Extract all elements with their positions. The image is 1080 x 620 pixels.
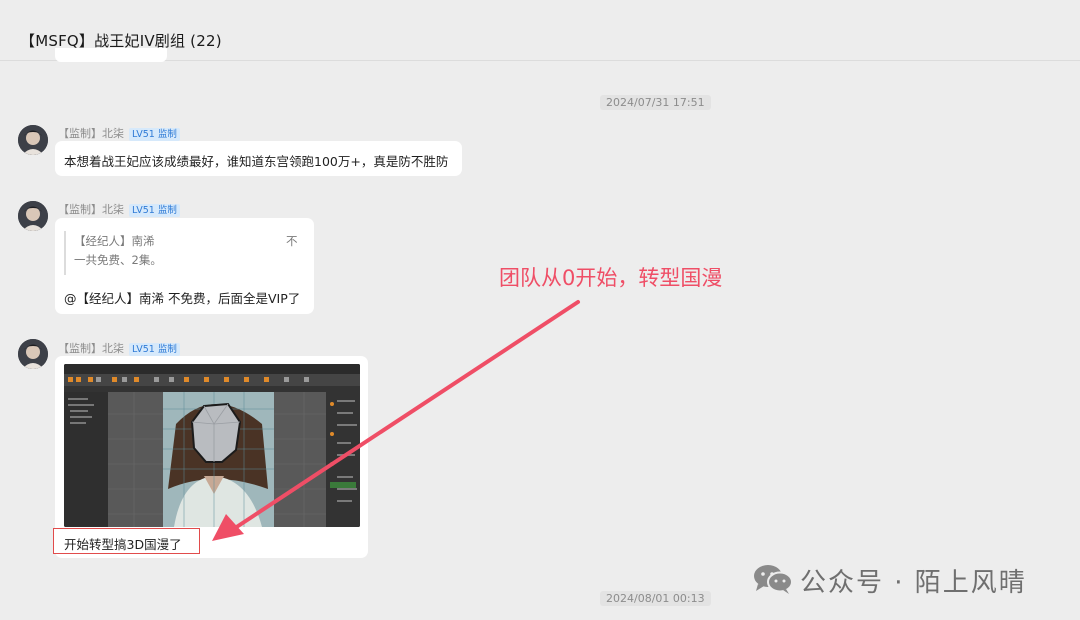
wechat-icon (754, 565, 793, 594)
timestamp: 2024/08/01 00:13 (600, 591, 711, 606)
annotation-text: 团队从0开始，转型国漫 (499, 266, 723, 290)
watermark-text: 公众号 · 陌上风晴 (800, 568, 1027, 598)
annotation-arrow (212, 300, 580, 541)
